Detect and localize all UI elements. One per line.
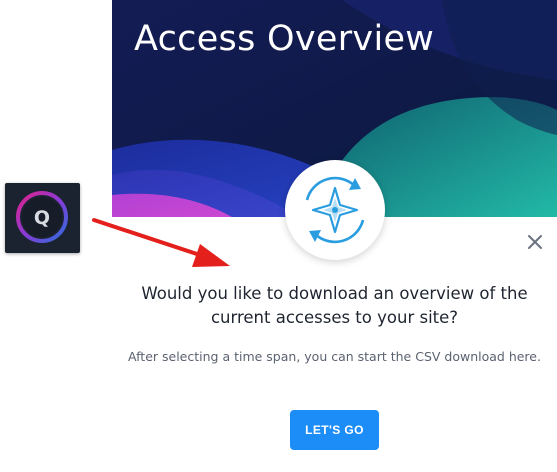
modal-headline: Would you like to download an overview o… [141,284,528,327]
close-icon [528,235,542,249]
q-logo-icon: Q [16,191,68,243]
compass-refresh-icon [305,176,365,244]
modal-description: After selecting a time span, you can sta… [128,349,541,364]
red-arrow-icon [92,218,230,267]
lets-go-button[interactable]: LET'S GO [290,410,379,450]
close-button[interactable] [522,229,548,255]
launcher-letter: Q [34,207,50,229]
emblem-badge [285,160,385,260]
app-launcher-button[interactable]: Q [5,183,80,253]
page: Q Access Overview Would you like to down… [0,0,557,472]
modal-title: Access Overview [134,19,435,59]
